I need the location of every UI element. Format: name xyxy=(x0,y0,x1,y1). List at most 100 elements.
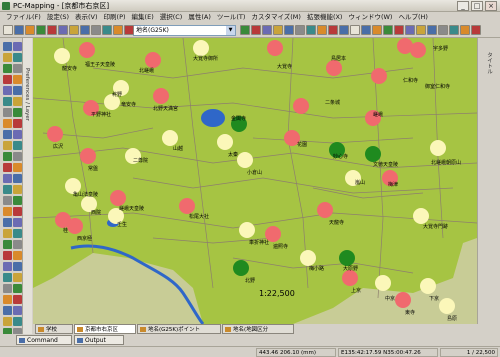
temple-marker[interactable] xyxy=(395,292,411,308)
temple-marker[interactable] xyxy=(145,52,161,68)
pointer-icon[interactable] xyxy=(3,130,12,139)
draw-point-icon[interactable] xyxy=(13,218,22,227)
info-icon[interactable] xyxy=(317,25,327,35)
close-button[interactable]: × xyxy=(485,1,497,11)
tab-output[interactable]: Output xyxy=(74,335,124,345)
zoom-in-icon[interactable] xyxy=(3,317,12,326)
menu-item[interactable]: 設定(S) xyxy=(44,12,72,23)
open-icon[interactable] xyxy=(14,25,24,35)
temple-marker[interactable] xyxy=(67,218,83,234)
redo-icon[interactable] xyxy=(273,25,283,35)
place-marker[interactable] xyxy=(162,130,178,146)
menu-item[interactable]: ファイル(F) xyxy=(3,12,44,23)
menu-item[interactable]: ウィンドウ(W) xyxy=(345,12,395,23)
left-panel-tab[interactable]: Preferences / Layer xyxy=(22,38,32,338)
draw-line-icon[interactable] xyxy=(13,317,22,326)
zoom-out-icon[interactable] xyxy=(13,196,22,205)
pan-icon[interactable] xyxy=(113,25,123,35)
pan-icon[interactable] xyxy=(3,251,12,260)
pan-icon[interactable] xyxy=(13,295,22,304)
draw-line-icon[interactable] xyxy=(3,97,12,106)
map-tab-placename-point[interactable]: 地名(G25K)ポイント xyxy=(137,324,221,334)
paste-icon[interactable] xyxy=(69,25,79,35)
draw-polygon-icon[interactable] xyxy=(3,108,12,117)
paste-icon[interactable] xyxy=(394,25,404,35)
copy-icon[interactable] xyxy=(240,25,250,35)
pan-icon[interactable] xyxy=(13,207,22,216)
draw-polygon-icon[interactable] xyxy=(13,152,22,161)
save-icon[interactable] xyxy=(350,25,360,35)
draw-line-icon[interactable] xyxy=(13,141,22,150)
place-marker[interactable] xyxy=(375,275,391,291)
temple-marker[interactable] xyxy=(179,198,195,214)
measure-icon[interactable] xyxy=(3,295,12,304)
draw-polygon-icon[interactable] xyxy=(13,240,22,249)
menu-item[interactable]: 選択(C) xyxy=(157,12,186,23)
menu-item[interactable]: ツール(T) xyxy=(214,12,249,23)
redo-icon[interactable] xyxy=(91,25,101,35)
place-marker[interactable] xyxy=(439,298,455,314)
undo-icon[interactable] xyxy=(262,25,272,35)
zoom-in-icon[interactable] xyxy=(3,229,12,238)
maximize-button[interactable]: □ xyxy=(471,1,483,11)
pointer-icon[interactable] xyxy=(3,42,12,51)
menu-item[interactable]: ヘルプ(H) xyxy=(395,12,430,23)
pointer-icon[interactable] xyxy=(13,262,22,271)
draw-point-icon[interactable] xyxy=(3,86,12,95)
zoom-out-icon[interactable] xyxy=(13,284,22,293)
map-tab-placename-area[interactable]: 地名(地図区分 xyxy=(222,324,294,334)
copy-icon[interactable] xyxy=(383,25,393,35)
temple-marker[interactable] xyxy=(342,270,358,286)
new-icon[interactable] xyxy=(471,25,481,35)
draw-line-icon[interactable] xyxy=(13,229,22,238)
pan-icon[interactable] xyxy=(438,25,448,35)
pointer-icon[interactable] xyxy=(3,218,12,227)
undo-icon[interactable] xyxy=(405,25,415,35)
zoom-out-icon[interactable] xyxy=(3,64,12,73)
pointer-icon[interactable] xyxy=(13,86,22,95)
draw-line-icon[interactable] xyxy=(3,185,12,194)
pan-icon[interactable] xyxy=(295,25,305,35)
temple-marker[interactable] xyxy=(80,148,96,164)
place-marker[interactable] xyxy=(193,40,209,56)
map-canvas[interactable]: 福王子天皇陵北嵯峨大覚寺御所大覚寺鳥居本仁和寺御室仁和寺宇多野龍安寺竜安寺北野天… xyxy=(33,38,477,324)
layer-select[interactable]: 地名(G25K) ▼ xyxy=(133,25,236,36)
place-marker[interactable] xyxy=(413,208,429,224)
new-icon[interactable] xyxy=(328,25,338,35)
minimize-button[interactable]: _ xyxy=(457,1,469,11)
info-icon[interactable] xyxy=(460,25,470,35)
draw-point-icon[interactable] xyxy=(3,174,12,183)
print-icon[interactable] xyxy=(361,25,371,35)
temple-marker[interactable] xyxy=(79,42,95,58)
menu-item[interactable]: 拡張機能(X) xyxy=(304,12,346,23)
place-marker[interactable] xyxy=(430,140,446,156)
temple-marker[interactable] xyxy=(267,40,283,56)
zoom-icon[interactable] xyxy=(102,25,112,35)
measure-icon[interactable] xyxy=(13,75,22,84)
menu-item[interactable]: 表示(V) xyxy=(72,12,101,23)
zoom-in-icon[interactable] xyxy=(13,185,22,194)
cut-icon[interactable] xyxy=(372,25,382,35)
menu-item[interactable]: 印刷(P) xyxy=(101,12,129,23)
park-marker[interactable] xyxy=(365,146,381,162)
draw-polygon-icon[interactable] xyxy=(3,284,12,293)
open-icon[interactable] xyxy=(339,25,349,35)
select-icon[interactable] xyxy=(124,25,134,35)
zoom-in-icon[interactable] xyxy=(13,273,22,282)
new-icon[interactable] xyxy=(3,25,13,35)
place-marker[interactable] xyxy=(239,222,255,238)
cut-icon[interactable] xyxy=(47,25,57,35)
temple-marker[interactable] xyxy=(371,68,387,84)
temple-marker[interactable] xyxy=(47,126,63,142)
zoom-in-icon[interactable] xyxy=(13,97,22,106)
zoom-in-icon[interactable] xyxy=(3,53,12,62)
print-icon[interactable] xyxy=(36,25,46,35)
measure-icon[interactable] xyxy=(3,119,12,128)
draw-line-icon[interactable] xyxy=(3,273,12,282)
measure-icon[interactable] xyxy=(13,251,22,260)
paste-icon[interactable] xyxy=(251,25,261,35)
place-marker[interactable] xyxy=(54,48,70,64)
menu-item[interactable]: 編集(E) xyxy=(129,12,157,23)
zoom-icon[interactable] xyxy=(427,25,437,35)
temple-marker[interactable] xyxy=(317,202,333,218)
